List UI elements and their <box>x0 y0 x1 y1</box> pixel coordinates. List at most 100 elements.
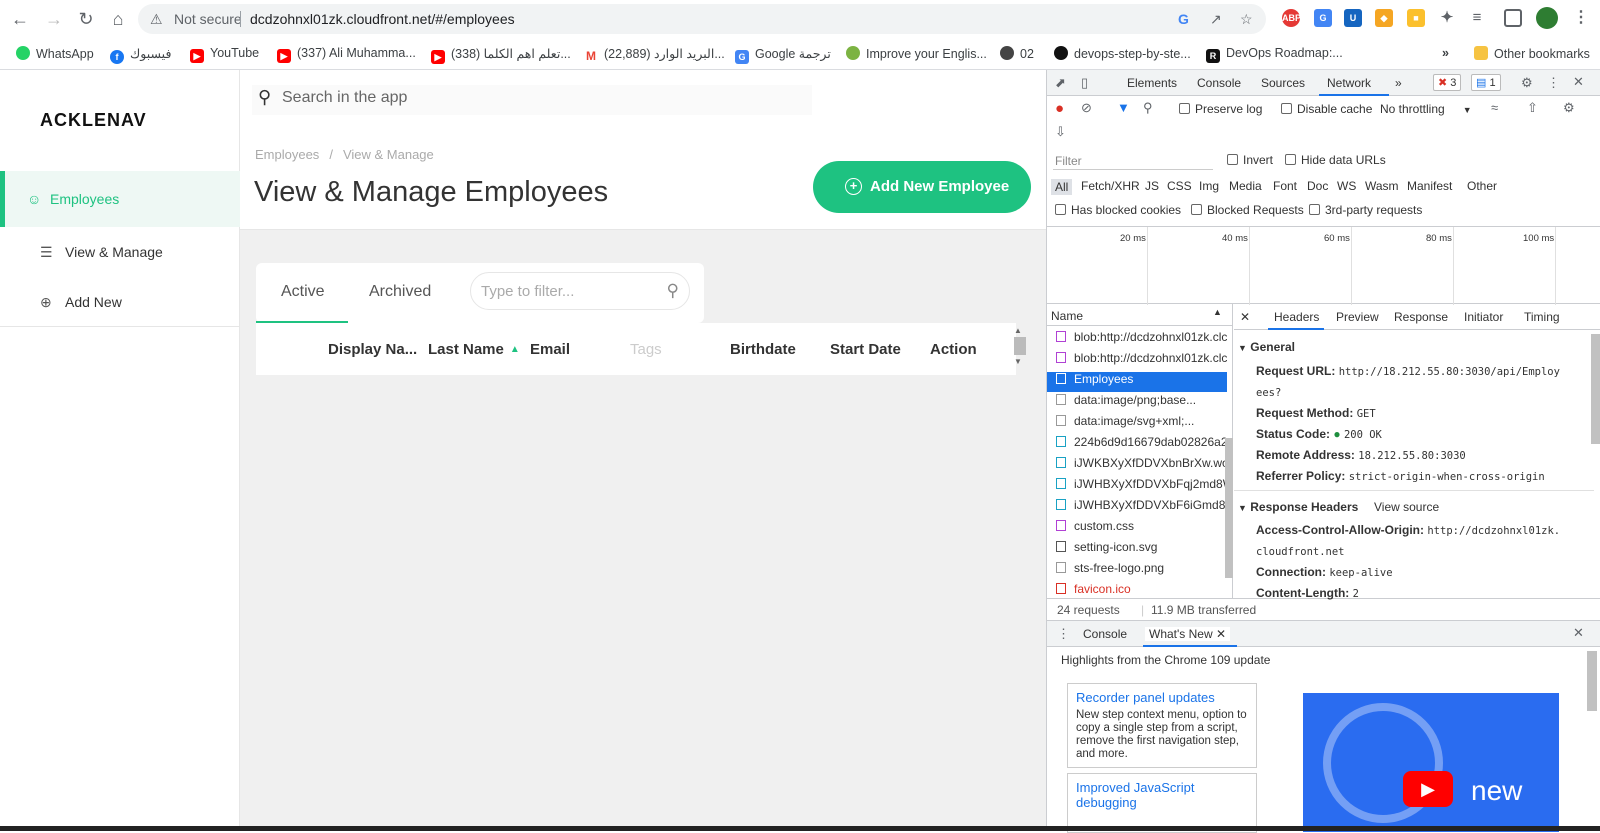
google-icon[interactable]: G <box>1178 11 1189 27</box>
scroll-up-icon[interactable]: ▲ <box>1014 326 1028 335</box>
has-blocked-cookies-checkbox[interactable]: Has blocked cookies <box>1055 203 1181 217</box>
scrollbar-thumb[interactable] <box>1225 438 1233 578</box>
bookmark-english[interactable]: Improve your Englis... <box>846 46 987 61</box>
forward-icon[interactable]: → <box>42 7 66 31</box>
puzzle-icon[interactable]: ✦ <box>1438 9 1456 27</box>
column-last-name[interactable]: Last Name ▲ <box>428 341 520 358</box>
column-start-date[interactable]: Start Date <box>830 341 901 358</box>
more-tabs-icon[interactable]: » <box>1395 76 1402 90</box>
news-card[interactable]: Recorder panel updates New step context … <box>1067 683 1257 768</box>
tab-timing[interactable]: Timing <box>1524 310 1560 324</box>
play-icon[interactable]: ▶ <box>1403 771 1453 807</box>
side-panel-icon[interactable] <box>1504 9 1522 27</box>
bookmark-youtube-2[interactable]: ▶ (337) Ali Muhamma... <box>277 46 416 63</box>
add-new-employee-button[interactable]: + Add New Employee <box>813 161 1031 213</box>
column-email[interactable]: Email <box>530 341 570 358</box>
scrollbar-thumb[interactable] <box>1014 337 1026 355</box>
close-icon[interactable]: ✕ <box>1216 627 1226 641</box>
checkbox[interactable] <box>1191 204 1202 215</box>
bookmark-whatsapp[interactable]: WhatsApp <box>16 46 94 61</box>
request-row[interactable]: sts-free-logo.png <box>1047 561 1227 581</box>
extension-icon[interactable]: U <box>1344 9 1362 27</box>
more-options-icon[interactable]: ⋮ <box>1057 626 1070 642</box>
extension-icon[interactable]: ◆ <box>1375 9 1393 27</box>
news-title[interactable]: Improved JavaScript <box>1076 780 1248 795</box>
request-row[interactable]: iJWHBXyXfDDVXbF6iGmd8W. <box>1047 498 1227 518</box>
scrollbar-thumb[interactable] <box>1591 334 1600 444</box>
tab-response[interactable]: Response <box>1394 310 1448 324</box>
type-filter-js[interactable]: JS <box>1145 179 1159 193</box>
tab-active[interactable]: Active <box>281 283 325 301</box>
request-row[interactable]: blob:http://dcdzohnxl01zk.clc <box>1047 330 1227 350</box>
message-badge[interactable]: ▤ 1 <box>1471 74 1501 91</box>
type-filter-other[interactable]: Other <box>1467 179 1497 193</box>
bookmarks-overflow-icon[interactable]: » <box>1442 46 1449 60</box>
settings-icon[interactable]: ⚙ <box>1563 100 1575 116</box>
sidebar-item-employees[interactable]: ☺ Employees <box>0 171 240 227</box>
reading-list-icon[interactable]: ≡ <box>1468 9 1486 27</box>
type-filter-wasm[interactable]: Wasm <box>1365 179 1399 193</box>
request-row[interactable]: custom.css <box>1047 519 1227 539</box>
preserve-log-checkbox[interactable]: Preserve log <box>1179 102 1262 116</box>
general-section-toggle[interactable]: ▼ General <box>1238 340 1295 354</box>
inspect-icon[interactable]: ⬈ <box>1055 75 1066 91</box>
news-title[interactable]: Recorder panel updates <box>1076 690 1248 705</box>
hide-data-urls-checkbox[interactable]: Hide data URLs <box>1285 153 1386 167</box>
table-scrollbar[interactable]: ▲ ▼ <box>1014 326 1028 372</box>
bookmark-facebook[interactable]: f فيسبوك <box>110 46 171 64</box>
url-text[interactable]: dcdzohnxl01zk.cloudfront.net/#/employees <box>250 11 515 27</box>
reload-icon[interactable]: ↻ <box>74 7 98 31</box>
breadcrumb-employees[interactable]: Employees <box>255 147 319 162</box>
device-toolbar-icon[interactable]: ▯ <box>1081 75 1088 91</box>
request-row[interactable]: blob:http://dcdzohnxl01zk.clc <box>1047 351 1227 371</box>
profile-avatar[interactable] <box>1536 7 1558 29</box>
share-icon[interactable]: ↗ <box>1210 11 1222 28</box>
bookmark-youtube[interactable]: ▶ YouTube <box>190 46 259 63</box>
bookmark-02[interactable]: 02 <box>1000 46 1034 61</box>
address-bar[interactable]: ⚠ Not secure dcdzohnxl01zk.cloudfront.ne… <box>138 4 1266 34</box>
tab-initiator[interactable]: Initiator <box>1464 310 1503 324</box>
column-name[interactable]: Name <box>1051 309 1083 323</box>
type-filter-doc[interactable]: Doc <box>1307 179 1328 193</box>
tab-preview[interactable]: Preview <box>1336 310 1379 324</box>
error-badge[interactable]: ✖ 3 <box>1433 74 1462 91</box>
tab-archived[interactable]: Archived <box>369 283 431 301</box>
sidebar-item-view-manage[interactable]: ☰ View & Manage <box>0 226 240 280</box>
scroll-down-icon[interactable]: ▼ <box>1014 357 1028 366</box>
tab-headers[interactable]: Headers <box>1274 310 1319 324</box>
import-har-icon[interactable]: ⇧ <box>1527 100 1538 116</box>
extension-icon[interactable]: ■ <box>1407 9 1425 27</box>
back-icon[interactable]: ← <box>8 7 32 31</box>
throttling-select[interactable]: No throttling ▼ <box>1380 102 1472 116</box>
sort-icon[interactable]: ▲ <box>1213 307 1222 317</box>
clear-icon[interactable]: ⊘ <box>1081 100 1092 116</box>
type-filter-all[interactable]: All <box>1051 179 1073 195</box>
network-conditions-icon[interactable]: ≈ <box>1491 100 1498 115</box>
type-filter-ws[interactable]: WS <box>1337 179 1356 193</box>
checkbox[interactable] <box>1179 103 1190 114</box>
record-icon[interactable]: ● <box>1055 100 1064 117</box>
checkbox[interactable] <box>1055 204 1066 215</box>
request-row[interactable]: Employees <box>1047 372 1227 392</box>
close-icon[interactable]: ✕ <box>1240 310 1250 324</box>
filter-icon[interactable]: ▼ <box>1117 100 1130 115</box>
translate-ext-icon[interactable]: G <box>1314 9 1332 27</box>
bookmark-translate[interactable]: G Google ترجمة <box>735 46 831 64</box>
menu-icon[interactable]: ⋮ <box>1572 9 1590 27</box>
bookmark-gmail[interactable]: M (22,889) البريد الوارد... <box>584 46 725 63</box>
security-label[interactable]: Not secure <box>174 11 242 27</box>
scrollbar-thumb[interactable] <box>1587 651 1597 711</box>
request-row[interactable]: setting-icon.svg <box>1047 540 1227 560</box>
checkbox[interactable] <box>1227 154 1238 165</box>
network-timeline[interactable]: 20 ms 40 ms 60 ms 80 ms 100 ms <box>1047 226 1600 305</box>
close-icon[interactable]: ✕ <box>1573 625 1584 641</box>
news-card[interactable]: Improved JavaScript debugging <box>1067 773 1257 833</box>
settings-icon[interactable]: ⚙ <box>1521 75 1533 91</box>
tab-network[interactable]: Network <box>1327 76 1371 90</box>
search-icon[interactable]: ⚲ <box>1143 100 1153 116</box>
response-headers-toggle[interactable]: ▼ Response Headers <box>1238 500 1358 514</box>
filter-input[interactable]: Type to filter... ⚲ <box>470 272 690 310</box>
star-icon[interactable]: ☆ <box>1240 11 1253 28</box>
view-source-link[interactable]: View source <box>1374 500 1439 514</box>
request-row[interactable]: iJWHBXyXfDDVXbFqj2md8W. <box>1047 477 1227 497</box>
